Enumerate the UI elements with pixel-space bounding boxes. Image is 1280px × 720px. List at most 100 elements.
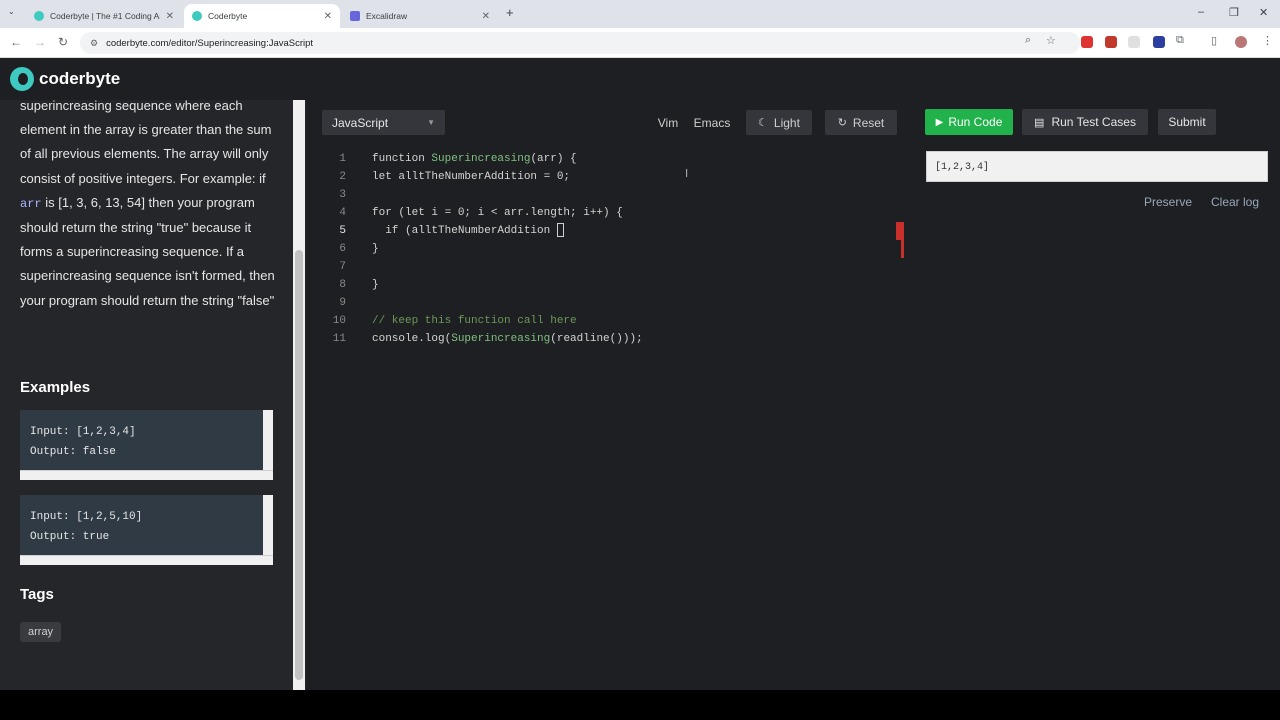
code-line: 11 console.log(Superincreasing(readline(…	[330, 330, 643, 348]
extension-icon[interactable]	[1153, 36, 1165, 48]
run-code-button[interactable]: ▶ Run Code	[925, 109, 1013, 135]
zoom-icon[interactable]: ⌕	[1025, 34, 1031, 47]
custom-input-field[interactable]: [1,2,3,4]	[926, 151, 1268, 182]
tab-coderbyte-editor[interactable]: Coderbyte ✕	[184, 4, 340, 28]
browser-toolbar: ← → ↻ ⚙ coderbyte.com/editor/Superincrea…	[0, 28, 1280, 58]
restore-icon[interactable]: ❐	[1229, 6, 1239, 19]
output-panel	[912, 100, 1280, 690]
address-bar[interactable]: ⚙ coderbyte.com/editor/Superincreasing:J…	[80, 32, 1080, 54]
tab-label: Excalidraw	[366, 11, 408, 21]
close-tab-icon[interactable]: ✕	[482, 11, 490, 22]
tag-array[interactable]: array	[20, 622, 62, 642]
clear-log-link[interactable]: Clear log	[1211, 195, 1259, 209]
code-line: 8 }	[330, 276, 378, 294]
code-function-name: Superincreasing	[451, 333, 551, 345]
line-number: 9	[339, 297, 346, 309]
url-text: coderbyte.com/editor/Superincreasing:Jav…	[106, 37, 314, 49]
minimize-icon[interactable]: –	[1198, 6, 1204, 18]
submit-button[interactable]: Submit	[1158, 109, 1216, 135]
bookmark-star-icon[interactable]: ☆	[1046, 34, 1056, 47]
mouse-ibeam-cursor-icon: I	[685, 167, 689, 180]
kebab-menu-icon[interactable]: ⋮	[1262, 34, 1273, 47]
extension-icon[interactable]	[1105, 36, 1117, 48]
extension-icon[interactable]	[1128, 36, 1140, 48]
code-line: 4 for (let i = 0; i < arr.length; i++) {	[330, 204, 622, 222]
play-icon: ▶	[935, 116, 944, 128]
light-theme-button[interactable]: ☾ Light	[746, 110, 812, 135]
code-line: 9	[330, 294, 346, 312]
tab-coderbyte-home[interactable]: Coderbyte | The #1 Coding Ass ✕	[26, 4, 182, 28]
line-number: 8	[339, 279, 346, 291]
forward-arrow-icon[interactable]: →	[34, 35, 46, 49]
extension-icon[interactable]	[1081, 36, 1093, 48]
example-input: Input: [1,2,3,4]	[30, 426, 136, 438]
excalidraw-favicon-icon	[350, 11, 360, 21]
extensions-puzzle-icon[interactable]: ⧉	[1176, 34, 1184, 47]
code-line: 6 }	[330, 240, 378, 258]
close-tab-icon[interactable]: ✕	[324, 11, 332, 22]
examples-heading: Examples	[20, 379, 91, 396]
code-comment: // keep this function call here	[372, 315, 577, 327]
tags-heading: Tags	[20, 586, 54, 603]
line-number: 2	[339, 171, 346, 183]
site-header	[0, 58, 1280, 100]
description-text: superincreasing sequence where each elem…	[20, 100, 272, 186]
example-output: Output: true	[30, 531, 110, 543]
code-text: function	[372, 153, 432, 165]
description-text: is [1, 3, 6, 13, 54] then your program s…	[20, 194, 275, 308]
example-scrollbar[interactable]	[263, 495, 273, 555]
emacs-mode-button[interactable]: Emacs	[689, 110, 735, 135]
site-info-icon[interactable]: ⚙	[90, 38, 98, 49]
example-scrollbar[interactable]	[263, 410, 273, 470]
new-tab-plus-icon[interactable]: +	[506, 5, 514, 20]
inline-code: arr	[20, 196, 42, 211]
line-number: 11	[332, 333, 346, 345]
moon-icon: ☾	[758, 117, 768, 129]
problem-description: superincreasing sequence where each elem…	[20, 100, 282, 313]
line-number: 10	[332, 315, 346, 327]
example-box: Input: [1,2,3,4] Output: false	[20, 410, 273, 480]
problem-panel-scrollbar[interactable]	[293, 100, 305, 690]
bottom-black-strip	[0, 690, 1280, 720]
back-arrow-icon[interactable]: ←	[10, 35, 22, 49]
code-text: }	[372, 279, 379, 291]
terminal-icon: ▤	[1034, 116, 1045, 129]
reset-icon: ↻	[837, 117, 847, 129]
editor-scrollbar[interactable]	[896, 222, 908, 258]
close-tab-icon[interactable]: ✕	[166, 11, 174, 22]
line-number: 3	[339, 189, 346, 201]
language-select[interactable]: JavaScript ▼	[322, 110, 445, 135]
tab-search-icon[interactable]: ⌄	[8, 7, 15, 16]
profile-avatar[interactable]	[1235, 36, 1247, 48]
scrollbar-thumb[interactable]	[295, 250, 303, 680]
reset-button[interactable]: ↻ Reset	[825, 110, 897, 135]
code-text: for (let i = 0; i < arr.length; i++) {	[372, 207, 623, 219]
problem-panel: superincreasing sequence where each elem…	[0, 100, 306, 690]
close-window-icon[interactable]: ✕	[1259, 6, 1268, 19]
side-panel-icon[interactable]: ▯	[1211, 34, 1217, 47]
example-horizontal-scrollbar[interactable]	[20, 470, 273, 480]
code-line: 1 function Superincreasing(arr) {	[330, 150, 576, 168]
code-text: }	[372, 243, 379, 255]
error-marker	[901, 222, 904, 258]
reload-icon[interactable]: ↻	[58, 35, 68, 49]
code-text: if (alltTheNumberAddition	[372, 225, 557, 237]
code-line-current: 5 if (alltTheNumberAddition	[330, 222, 564, 240]
code-text: console.log(	[372, 333, 452, 345]
example-horizontal-scrollbar[interactable]	[20, 555, 273, 565]
code-line: 7	[330, 258, 346, 276]
button-label: Run Test Cases	[1051, 115, 1136, 129]
line-number: 1	[339, 153, 346, 165]
code-text: (arr) {	[530, 153, 577, 165]
coderbyte-favicon-icon	[192, 11, 202, 21]
browser-tab-strip: ⌄ Coderbyte | The #1 Coding Ass ✕ Coderb…	[0, 0, 1280, 28]
example-input: Input: [1,2,5,10]	[30, 511, 143, 523]
run-test-cases-button[interactable]: ▤ Run Test Cases	[1022, 109, 1148, 135]
tab-excalidraw[interactable]: Excalidraw ✕	[342, 4, 498, 28]
line-number: 4	[339, 207, 346, 219]
coderbyte-logo-icon[interactable]	[10, 67, 34, 91]
site-logo-text[interactable]: coderbyte	[39, 69, 120, 89]
vim-mode-button[interactable]: Vim	[652, 110, 684, 135]
line-number: 7	[339, 261, 346, 273]
preserve-log-link[interactable]: Preserve	[1144, 195, 1192, 209]
